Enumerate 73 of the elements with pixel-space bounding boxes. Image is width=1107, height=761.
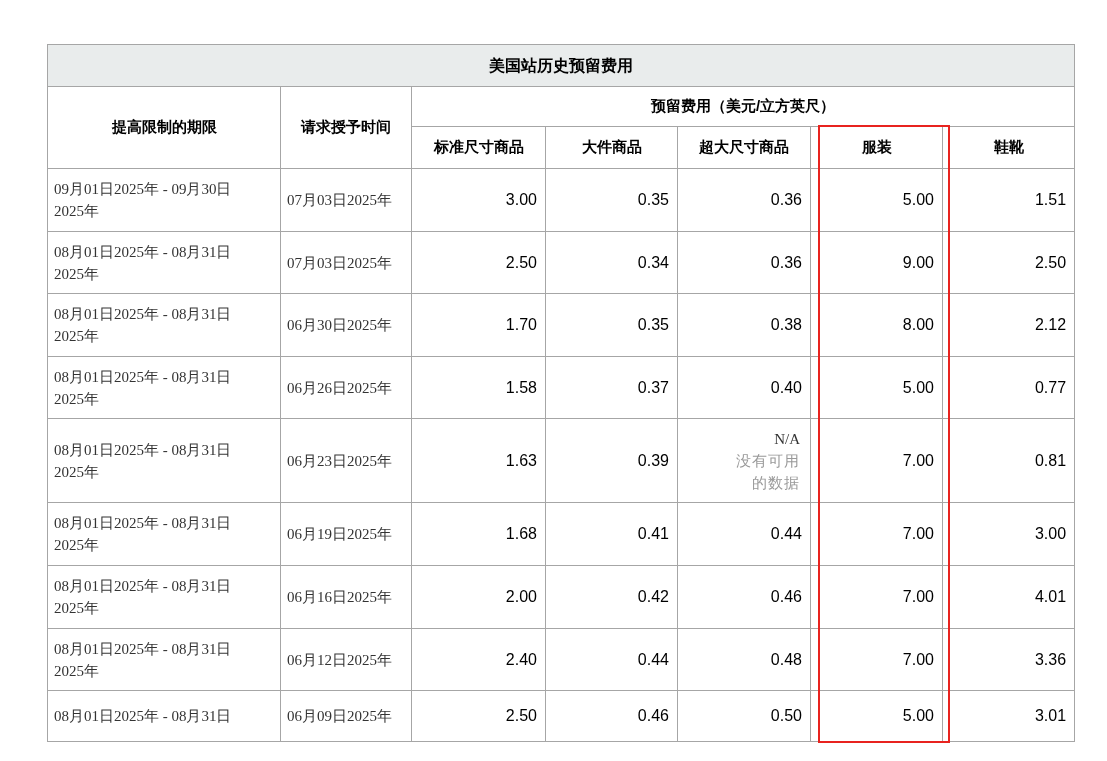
- column-header: 鞋靴: [993, 138, 1024, 156]
- fee-value: 0.40: [770, 378, 802, 396]
- table-title: 美国站历史预留费用: [489, 56, 634, 74]
- fee-value: 4.01: [1034, 588, 1067, 605]
- fee-value: 1.58: [505, 378, 537, 396]
- grant-date: 07月03日2025年: [287, 192, 392, 208]
- date-range: 08月01日2025年 - 08月31日 2025年: [54, 440, 233, 482]
- fee-value: 0.44: [637, 650, 669, 668]
- grant-date: 06月16日2025年: [287, 589, 392, 605]
- date-range: 08月01日2025年 - 08月31日 2025年: [54, 305, 233, 346]
- fee-value: 2.50: [1034, 253, 1067, 271]
- fee-value: 1.51: [1034, 191, 1067, 208]
- fee-value: 0.46: [637, 707, 669, 724]
- fee-value: 0.35: [637, 191, 669, 208]
- column-header: 大件商品: [581, 138, 642, 156]
- column-header: 请求授予时间: [301, 118, 391, 136]
- fee-value: 0.41: [637, 525, 669, 542]
- fee-value: 8.00: [902, 316, 934, 333]
- date-range: 08月01日2025年 - 08月31日 2025年: [54, 639, 233, 681]
- fee-value: 0.36: [770, 253, 802, 271]
- column-header: 超大尺寸商品: [699, 138, 789, 156]
- fee-value: 3.36: [1034, 650, 1067, 668]
- date-range: 09月01日2025年 - 09月30日 2025年: [54, 180, 233, 221]
- grant-date: 06月23日2025年: [287, 452, 392, 469]
- date-range: 08月01日2025年 - 08月31日 2025年: [54, 367, 233, 409]
- fee-value: 2.00: [505, 588, 537, 605]
- fee-value: 7.00: [902, 525, 934, 542]
- not-available-text: N/A: [774, 429, 800, 449]
- fee-value: 9.00: [902, 253, 934, 271]
- grant-date: 07月03日2025年: [287, 254, 392, 271]
- fee-value: 2.50: [505, 253, 537, 271]
- grant-date: 06月26日2025年: [287, 379, 392, 396]
- fee-value: 1.70: [505, 316, 537, 333]
- fee-value: 0.77: [1034, 378, 1067, 396]
- fee-value: 0.44: [770, 525, 802, 542]
- fee-value: 3.00: [505, 191, 537, 208]
- fee-value: 2.40: [505, 650, 537, 668]
- fee-value: 0.36: [770, 191, 802, 208]
- grant-date: 06月09日2025年: [287, 708, 392, 724]
- fee-value: 1.63: [505, 451, 537, 469]
- column-header: 服装: [861, 138, 892, 156]
- fee-value: 5.00: [902, 707, 934, 724]
- fee-value: 0.34: [637, 253, 669, 271]
- no-data-note: 没有可用的数据: [735, 451, 800, 493]
- fee-value: 0.81: [1034, 451, 1067, 469]
- grant-date: 06月30日2025年: [287, 317, 392, 333]
- date-range: 08月01日2025年 - 08月31日: [54, 707, 233, 726]
- fee-value: 7.00: [902, 588, 934, 605]
- fee-value: 3.00: [1034, 525, 1067, 542]
- fee-value: 0.38: [770, 316, 802, 333]
- fee-value: 0.37: [637, 378, 669, 396]
- fee-value: 0.50: [770, 707, 802, 724]
- column-group-header: 预留费用（美元/立方英尺）: [650, 97, 836, 115]
- fee-value: 0.46: [770, 588, 802, 605]
- fee-value: 0.48: [770, 650, 802, 668]
- date-range: 08月01日2025年 - 08月31日 2025年: [54, 514, 233, 555]
- fee-value: 3.01: [1034, 707, 1067, 724]
- grant-date: 06月19日2025年: [287, 526, 392, 542]
- date-range: 08月01日2025年 - 08月31日 2025年: [54, 242, 233, 284]
- fee-value: 1.68: [505, 525, 537, 542]
- fee-value: 7.00: [902, 650, 934, 668]
- fee-value: 2.12: [1034, 316, 1067, 333]
- fee-value: 0.35: [637, 316, 669, 333]
- fee-value: 0.42: [637, 588, 669, 605]
- column-header: 标准尺寸商品: [433, 138, 524, 156]
- fee-value: 2.50: [505, 707, 537, 724]
- fee-value: 5.00: [902, 378, 934, 396]
- fee-value: 5.00: [902, 191, 934, 208]
- date-range: 08月01日2025年 - 08月31日 2025年: [54, 577, 233, 618]
- column-header: 提高限制的期限: [111, 118, 217, 136]
- fee-value: 7.00: [902, 451, 934, 469]
- grant-date: 06月12日2025年: [287, 651, 392, 668]
- fee-value: 0.39: [637, 451, 669, 469]
